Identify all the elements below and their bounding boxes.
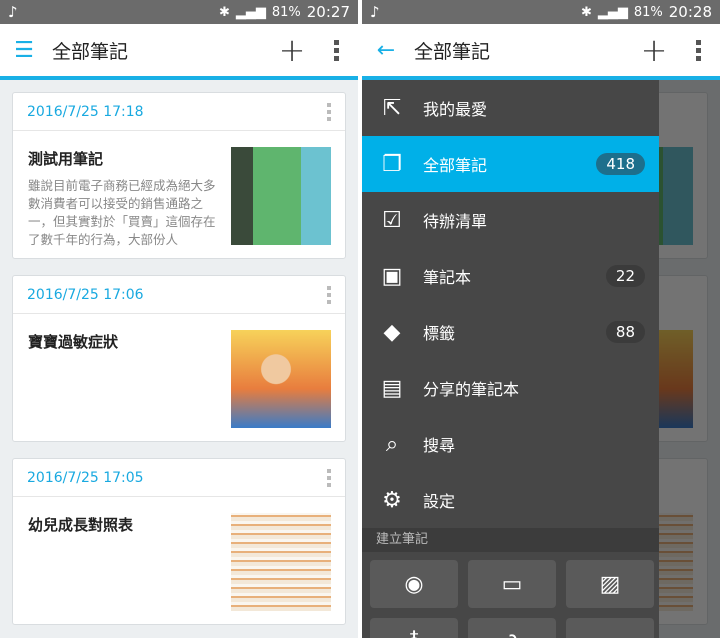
search-icon: ⌕ <box>385 431 399 457</box>
attachment-icon: ∂ <box>506 630 517 638</box>
drawer-item-label: 標籤 <box>423 324 456 343</box>
tag-icon: ◆ <box>383 319 401 345</box>
all-notes-icon: ❐ <box>382 151 402 177</box>
drawer-item-all-notes[interactable]: ❐ 全部筆記 418 <box>362 136 659 192</box>
drawer-item-search[interactable]: ⌕ 搜尋 <box>362 416 659 472</box>
drawer-item-notebooks[interactable]: ▣ 筆記本 22 <box>362 248 659 304</box>
signal-icon: ▂▄▆ <box>235 4 266 20</box>
count-badge: 418 <box>596 153 645 175</box>
battery-text: 81% <box>271 4 301 20</box>
music-icon: ♪ <box>370 3 380 21</box>
note-card[interactable]: 2016/7/25 17:06 寶寶過敏症狀 <box>12 275 346 442</box>
menu-icon[interactable]: ☰ <box>0 38 48 63</box>
camera-icon: ◉ <box>404 571 424 597</box>
drawer-item-favorites[interactable]: ⇱ 我的最愛 <box>362 80 659 136</box>
note-title: 寶寶過敏症狀 <box>28 333 119 351</box>
clock: 20:28 <box>668 3 712 21</box>
video-icon: ▭ <box>501 571 523 597</box>
signal-icon: ▂▄▆ <box>597 4 628 20</box>
shortcut-icon: ⇱ <box>382 95 402 121</box>
camera-button[interactable]: ◉ <box>370 560 458 608</box>
note-title: 測試用筆記 <box>28 150 104 168</box>
battery-text: 81% <box>633 4 663 20</box>
note-date: 2016/7/25 17:05 <box>27 469 144 486</box>
note-title: 幼兒成長對照表 <box>28 516 134 534</box>
note-snippet: 雖說目前電子商務已經成為絕大多數消費者可以接受的銷售通路之一，但其實對於「買賣」… <box>28 178 216 247</box>
note-thumbnail <box>231 147 331 245</box>
note-menu-icon[interactable] <box>327 468 331 487</box>
bluetooth-icon: ✱ <box>580 4 592 20</box>
more-options-icon[interactable] <box>314 39 358 61</box>
notes-list-screen: ♪ ✱ ▂▄▆ 81% 20:27 ☰ 全部筆記 + 2016/7/25 17:18 … <box>0 0 358 638</box>
back-arrow-icon[interactable]: ← <box>362 38 410 63</box>
create-note-section-header: 建立筆記 <box>362 528 659 552</box>
status-bar: ♪ ✱ ▂▄▆ 81% 20:28 <box>362 0 720 24</box>
notebook-icon: ▣ <box>381 263 403 289</box>
note-card[interactable]: 2016/7/25 17:18 測試用筆記雖說目前電子商務已經成為絕大多數消費者… <box>12 92 346 259</box>
note-thumbnail <box>231 513 331 611</box>
drawer-item-shared-notebooks[interactable]: ▤ 分享的筆記本 <box>362 360 659 416</box>
audio-button[interactable]: ♁ <box>370 618 458 638</box>
bluetooth-icon: ✱ <box>218 4 230 20</box>
drawer-item-label: 筆記本 <box>423 268 472 287</box>
page-title: 全部筆記 <box>52 40 129 63</box>
music-icon: ♪ <box>8 3 18 21</box>
drawer-item-tags[interactable]: ◆ 標籤 88 <box>362 304 659 360</box>
clock: 20:27 <box>306 3 350 21</box>
more-options-icon[interactable] <box>676 39 720 61</box>
attachment-button[interactable]: ∂ <box>468 618 556 638</box>
drawer-item-label: 搜尋 <box>423 436 456 455</box>
page-title: 全部筆記 <box>414 40 491 63</box>
status-bar: ♪ ✱ ▂▄▆ 81% 20:27 <box>0 0 358 24</box>
drawer-item-label: 我的最愛 <box>423 100 488 119</box>
video-button[interactable]: ▭ <box>468 560 556 608</box>
image-button[interactable]: ▨ <box>566 560 654 608</box>
note-menu-icon[interactable] <box>327 285 331 304</box>
drawer-item-checklist[interactable]: ☑ 待辦清單 <box>362 192 659 248</box>
note-thumbnail <box>231 330 331 428</box>
drawer-item-label: 全部筆記 <box>423 156 488 175</box>
count-badge: 88 <box>605 321 645 343</box>
drawer-screen: ♪ ✱ ▂▄▆ 81% 20:28 ← 全部筆記 + ⇱ 我的最愛 ❐ 全部筆記 418 ☑… <box>362 0 720 638</box>
text-note-button[interactable]: ▱ <box>566 618 654 638</box>
note-date: 2016/7/25 17:18 <box>27 103 144 120</box>
shared-notebook-icon: ▤ <box>381 375 403 401</box>
count-badge: 22 <box>605 265 645 287</box>
add-note-button[interactable]: + <box>632 31 676 69</box>
checklist-icon: ☑ <box>382 207 402 233</box>
note-icon: ▱ <box>602 630 619 638</box>
gear-icon: ⚙ <box>382 487 402 513</box>
toolbar: ← 全部筆記 + <box>362 24 720 80</box>
add-note-button[interactable]: + <box>270 31 314 69</box>
drawer-item-settings[interactable]: ⚙ 設定 <box>362 472 659 528</box>
note-menu-icon[interactable] <box>327 102 331 121</box>
drawer-item-label: 待辦清單 <box>423 212 488 231</box>
note-card[interactable]: 2016/7/25 17:05 幼兒成長對照表 <box>12 458 346 625</box>
microphone-icon: ♁ <box>406 630 422 638</box>
drawer-item-label: 設定 <box>423 492 456 511</box>
toolbar: ☰ 全部筆記 + <box>0 24 358 80</box>
note-date: 2016/7/25 17:06 <box>27 286 144 303</box>
drawer-item-label: 分享的筆記本 <box>423 380 520 399</box>
image-icon: ▨ <box>599 571 621 597</box>
navigation-drawer: ⇱ 我的最愛 ❐ 全部筆記 418 ☑ 待辦清單 ▣ 筆記本 22 ◆ 標籤 88 ▤ 分享的筆記… <box>362 80 659 638</box>
